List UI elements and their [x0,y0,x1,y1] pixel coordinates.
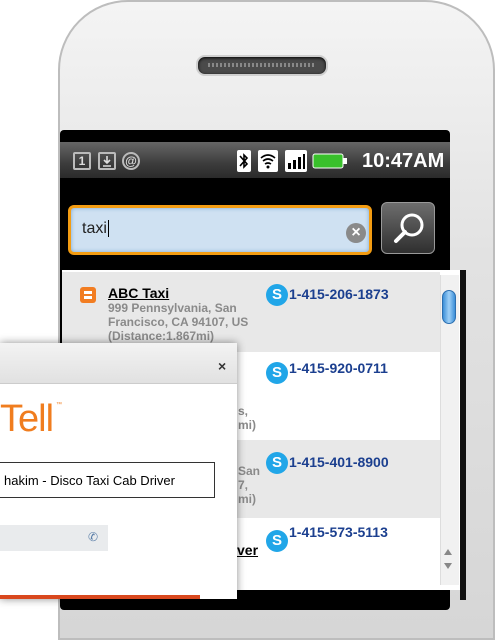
logo-trademark: ™ [56,402,62,408]
phone-link[interactable]: 1-415-401-8900 [289,454,389,470]
search-button[interactable] [381,202,435,254]
skype-icon[interactable]: S [266,362,288,384]
at-sign-icon: @ [122,152,140,170]
skype-icon[interactable]: S [266,530,288,552]
result-address: 999 Pennsylvania, San Francisco, CA 9410… [108,301,249,343]
signal-icon [285,150,307,177]
wifi-icon [258,150,278,177]
scroll-up-arrow-icon[interactable] [444,549,452,555]
search-icon [394,213,424,243]
scroll-down-arrow-icon[interactable] [444,563,452,569]
result-partial-text: San 7, mi) [238,464,261,506]
skype-icon[interactable]: S [266,452,288,474]
search-input[interactable] [68,205,372,255]
phone-link[interactable]: 1-415-206-1873 [289,286,389,302]
status-clock: 10:47AM [362,150,445,172]
search-input-value: taxi [82,220,109,238]
battery-icon [312,153,348,174]
phone-speaker [196,55,328,76]
bluetooth-icon [237,150,251,177]
phone-icon[interactable]: ✆ [88,530,98,544]
dialog-titlebar [0,343,237,384]
result-name[interactable]: ABC Taxi [108,285,169,301]
scrollbar-thumb[interactable] [442,290,456,324]
clear-search-button[interactable]: × [346,223,366,243]
dialog-accent-bar [0,595,200,599]
skype-icon[interactable]: S [266,284,288,306]
business-icon [80,287,96,303]
result-name[interactable]: ver [237,542,258,558]
calendar-icon: 1 [73,152,91,170]
dialog-field-value: hakim - Disco Taxi Cab Driver [4,473,175,488]
dialog-close-button[interactable]: × [218,358,226,374]
download-icon [98,152,116,170]
phone-screen-edge [460,270,466,600]
logo: Tell [0,398,54,440]
phone-link[interactable]: 1-415-573-5113 [289,524,388,540]
result-partial-text: s, mi) [238,404,256,432]
phone-link[interactable]: 1-415-920-0711 [289,360,388,376]
